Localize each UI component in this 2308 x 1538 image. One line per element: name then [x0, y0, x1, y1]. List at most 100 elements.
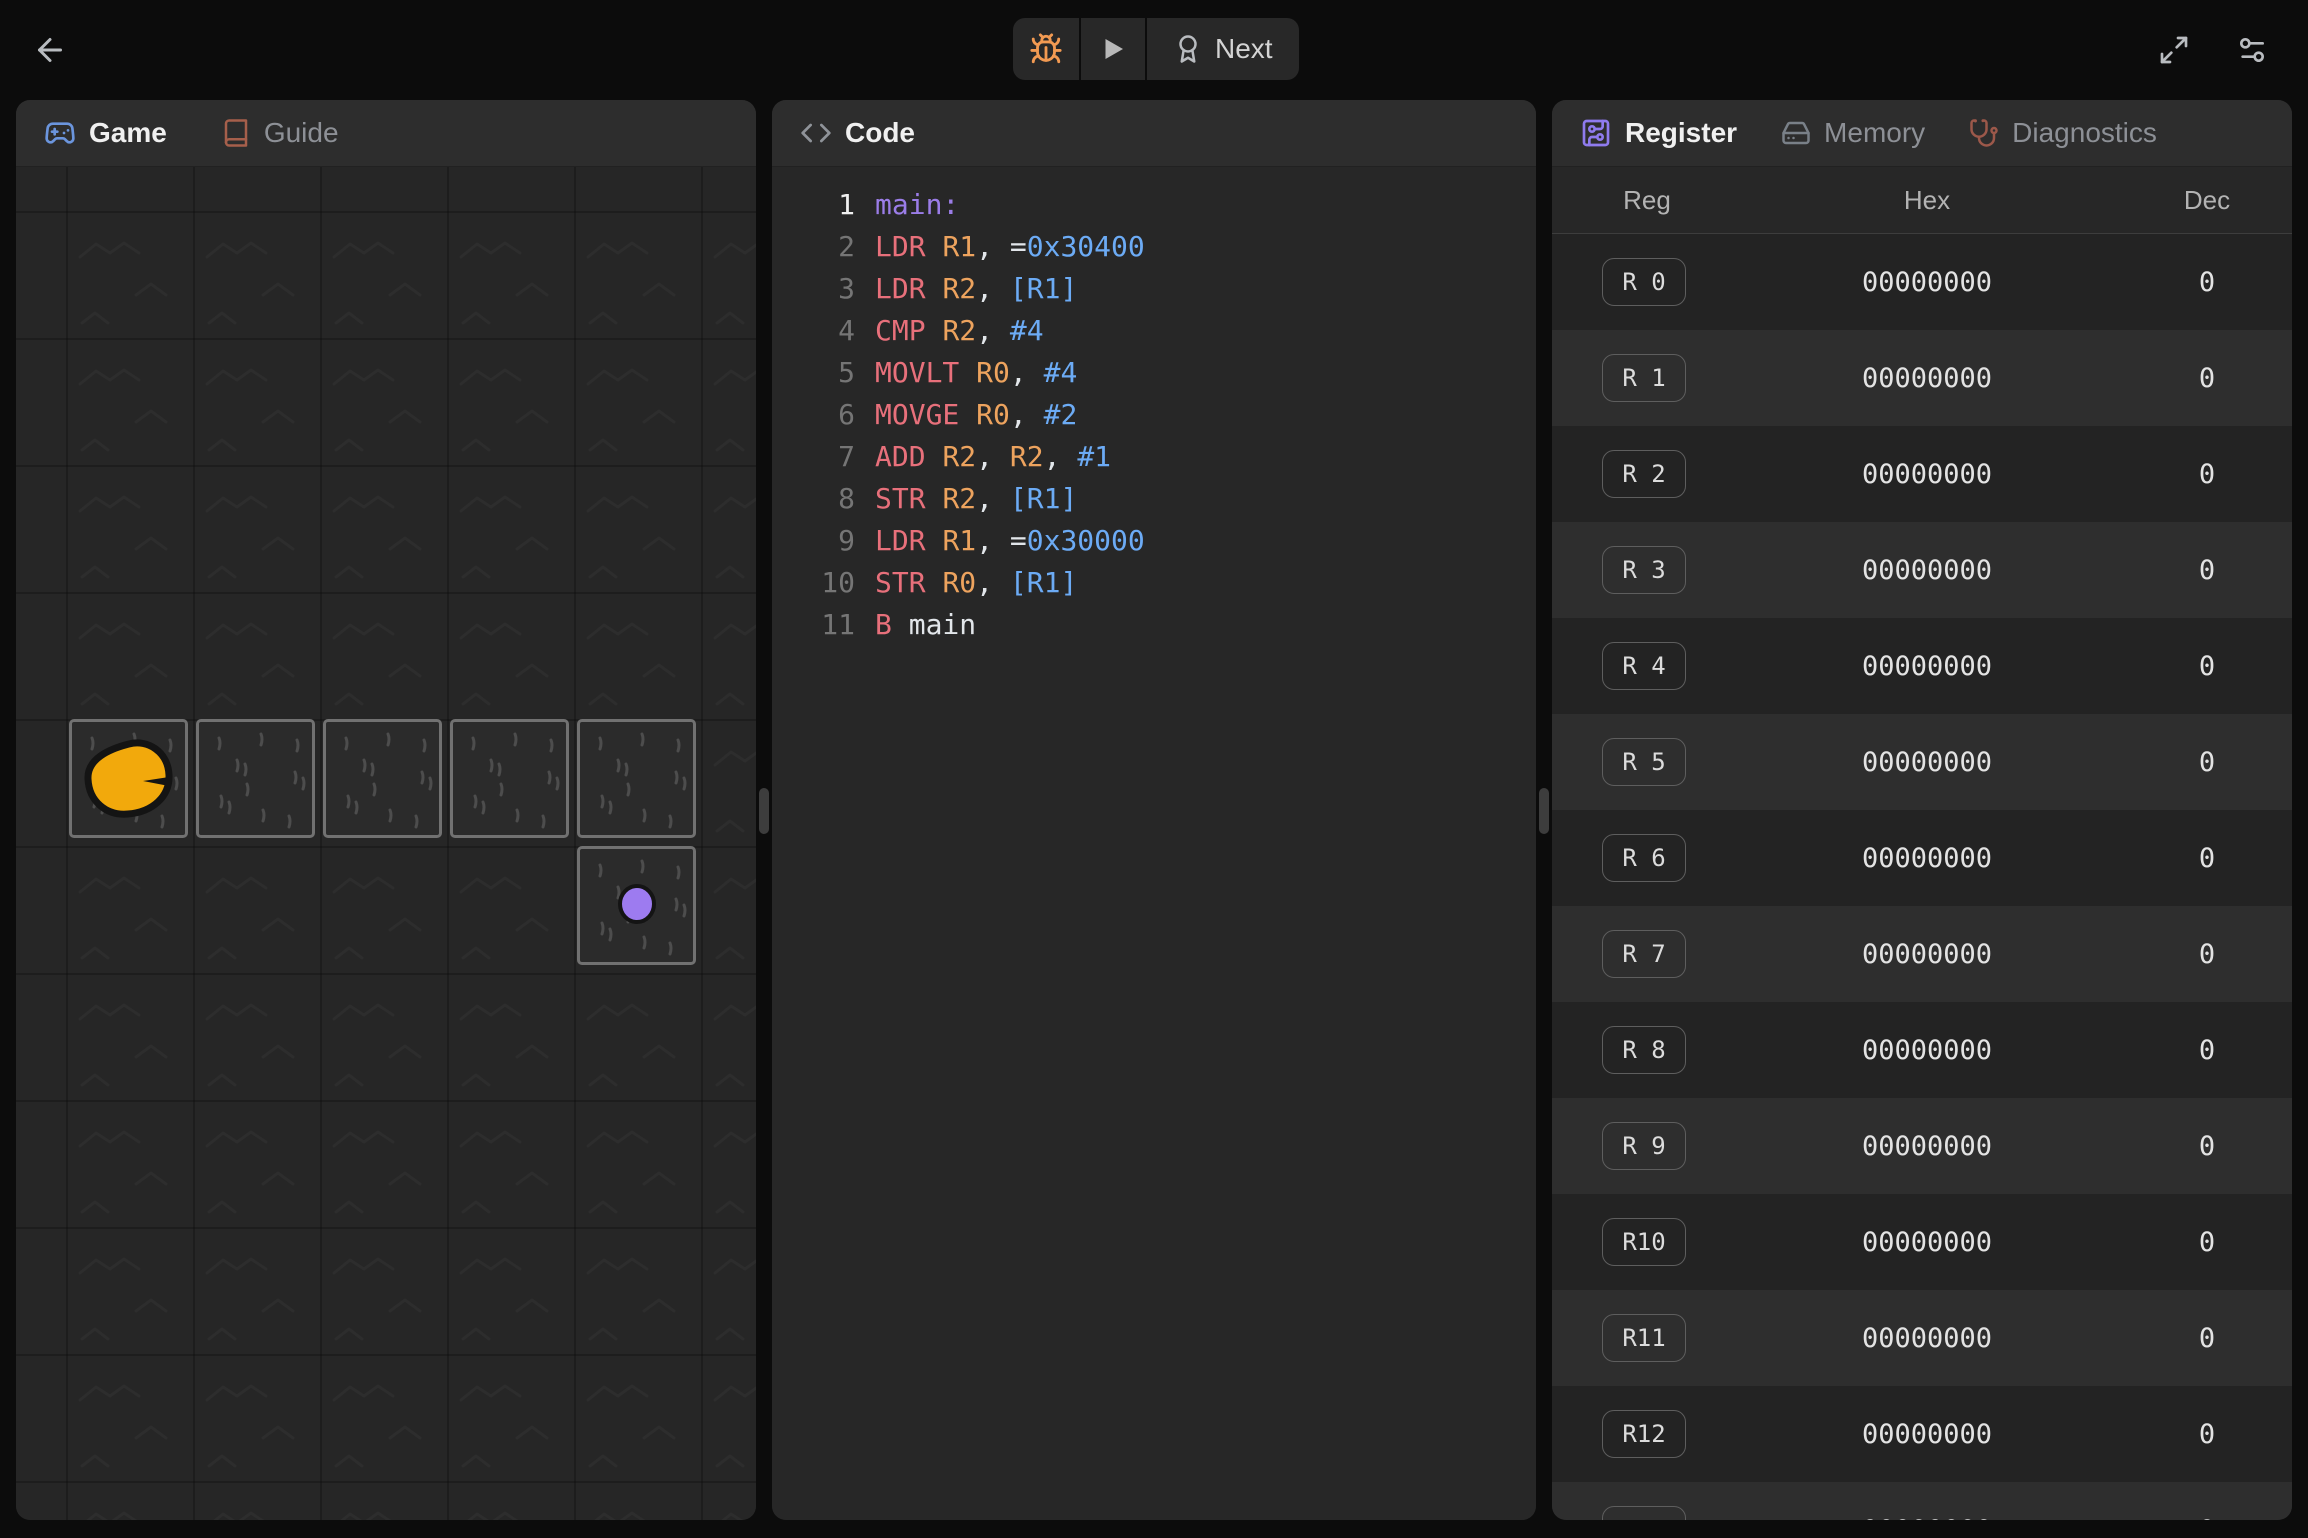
register-badge: R 6 — [1602, 834, 1686, 882]
bug-icon — [1029, 32, 1063, 66]
code-editor[interactable]: 1main:2LDR R1, =0x304003LDR R2, [R1]4CMP… — [772, 167, 1536, 1520]
code-line: 11 B main — [772, 604, 1536, 646]
register-table-header: Reg Hex Dec — [1552, 167, 2292, 234]
gamepad-icon — [44, 117, 76, 149]
hex-value: 00000000 — [1692, 1227, 2162, 1258]
tab-memory[interactable]: Memory — [1781, 117, 1925, 149]
tab-guide-label: Guide — [264, 117, 339, 149]
next-button-label: Next — [1215, 33, 1273, 65]
tile — [450, 719, 569, 838]
code-line: 9LDR R1, =0x30000 — [772, 520, 1536, 562]
tab-diagnostics[interactable]: Diagnostics — [1969, 117, 2157, 149]
code-line: 3LDR R2, [R1] — [772, 268, 1536, 310]
hex-value: 00000000 — [1692, 1035, 2162, 1066]
code-text: CMP R2, #4 — [875, 310, 1044, 352]
line-number: 7 — [805, 436, 855, 478]
hex-value: 00000000 — [1692, 1131, 2162, 1162]
code-text: ADD R2, R2, #1 — [875, 436, 1111, 478]
dec-value: 0 — [2162, 267, 2252, 298]
tab-memory-label: Memory — [1824, 117, 1925, 149]
arrow-left-icon — [32, 32, 68, 68]
debug-button[interactable] — [1013, 18, 1079, 80]
register-table[interactable]: R 0000000000R 1000000000R 2000000000R 30… — [1552, 234, 2292, 1520]
register-row: R 0000000000 — [1552, 234, 2292, 330]
hex-value: 00000000 — [1692, 1323, 2162, 1354]
game-board — [16, 167, 756, 1520]
stethoscope-icon — [1969, 118, 1999, 148]
tab-game[interactable]: Game — [44, 117, 167, 149]
code-text: LDR R1, =0x30400 — [875, 226, 1145, 268]
register-badge: R 2 — [1602, 450, 1686, 498]
register-row: R 4000000000 — [1552, 618, 2292, 714]
hex-value: 00000000 — [1692, 651, 2162, 682]
register-row: R 5000000000 — [1552, 714, 2292, 810]
hard-drive-icon — [1781, 118, 1811, 148]
hex-value: 00000000 — [1692, 939, 2162, 970]
hex-value: 00000000 — [1692, 1419, 2162, 1450]
dec-value: 0 — [2162, 651, 2252, 682]
tab-guide[interactable]: Guide — [221, 117, 339, 149]
award-icon — [1173, 34, 1203, 64]
code-line: 6MOVGE R0, #2 — [772, 394, 1536, 436]
run-button[interactable] — [1081, 18, 1145, 80]
register-row: R 7000000000 — [1552, 906, 2292, 1002]
register-badge: R 3 — [1602, 546, 1686, 594]
register-panel-header: Register Memory Diagnostics — [1552, 100, 2292, 167]
code-line: 5MOVLT R0, #4 — [772, 352, 1536, 394]
game-panel-header: Game Guide — [16, 100, 756, 167]
code-panel-header: Code — [772, 100, 1536, 167]
line-number: 3 — [805, 268, 855, 310]
register-row: R13000000000 — [1552, 1482, 2292, 1520]
sliders-icon — [2236, 34, 2268, 66]
register-row: R 2000000000 — [1552, 426, 2292, 522]
panel-resize-handle[interactable] — [1539, 788, 1549, 834]
code-icon — [800, 117, 832, 149]
register-row: R 6000000000 — [1552, 810, 2292, 906]
tab-diagnostics-label: Diagnostics — [2012, 117, 2157, 149]
hex-value: 00000000 — [1692, 267, 2162, 298]
dec-value: 0 — [2162, 843, 2252, 874]
dec-value: 0 — [2162, 1035, 2252, 1066]
dec-value: 0 — [2162, 363, 2252, 394]
register-badge: R 5 — [1602, 738, 1686, 786]
tab-register[interactable]: Register — [1580, 117, 1737, 149]
code-text: STR R2, [R1] — [875, 478, 1077, 520]
expand-icon — [2158, 34, 2190, 66]
tile-texture — [580, 722, 693, 835]
register-badge: R11 — [1602, 1314, 1686, 1362]
code-line: 4CMP R2, #4 — [772, 310, 1536, 352]
register-panel: Register Memory Diagnostics Reg Hex Dec … — [1552, 100, 2292, 1520]
code-text: STR R0, [R1] — [875, 562, 1077, 604]
hex-value: 00000000 — [1692, 363, 2162, 394]
hex-value: 00000000 — [1692, 843, 2162, 874]
settings-button[interactable] — [2228, 26, 2276, 74]
code-text: B main — [875, 604, 976, 646]
next-button[interactable]: Next — [1147, 18, 1299, 80]
tile — [196, 719, 315, 838]
register-row: R10000000000 — [1552, 1194, 2292, 1290]
line-number: 5 — [805, 352, 855, 394]
code-text: LDR R1, =0x30000 — [875, 520, 1145, 562]
topbar: Next — [0, 0, 2308, 100]
dec-value: 0 — [2162, 1323, 2252, 1354]
dec-value: 0 — [2162, 939, 2252, 970]
back-button[interactable] — [26, 26, 74, 74]
tile — [323, 719, 442, 838]
register-row: R 8000000000 — [1552, 1002, 2292, 1098]
hex-value: 00000000 — [1692, 747, 2162, 778]
column-reg: Reg — [1602, 185, 1692, 216]
code-line: 1main: — [772, 184, 1536, 226]
tile-texture — [453, 722, 566, 835]
line-number: 1 — [805, 184, 855, 226]
expand-button[interactable] — [2150, 26, 2198, 74]
game-panel: Game Guide — [16, 100, 756, 1520]
register-badge: R13 — [1602, 1506, 1686, 1520]
tab-code: Code — [800, 117, 915, 149]
hex-value: 00000000 — [1692, 459, 2162, 490]
register-badge: R 7 — [1602, 930, 1686, 978]
register-badge: R10 — [1602, 1218, 1686, 1266]
line-number: 10 — [805, 562, 855, 604]
line-number: 11 — [805, 604, 855, 646]
dec-value: 0 — [2162, 747, 2252, 778]
panel-resize-handle[interactable] — [759, 788, 769, 834]
